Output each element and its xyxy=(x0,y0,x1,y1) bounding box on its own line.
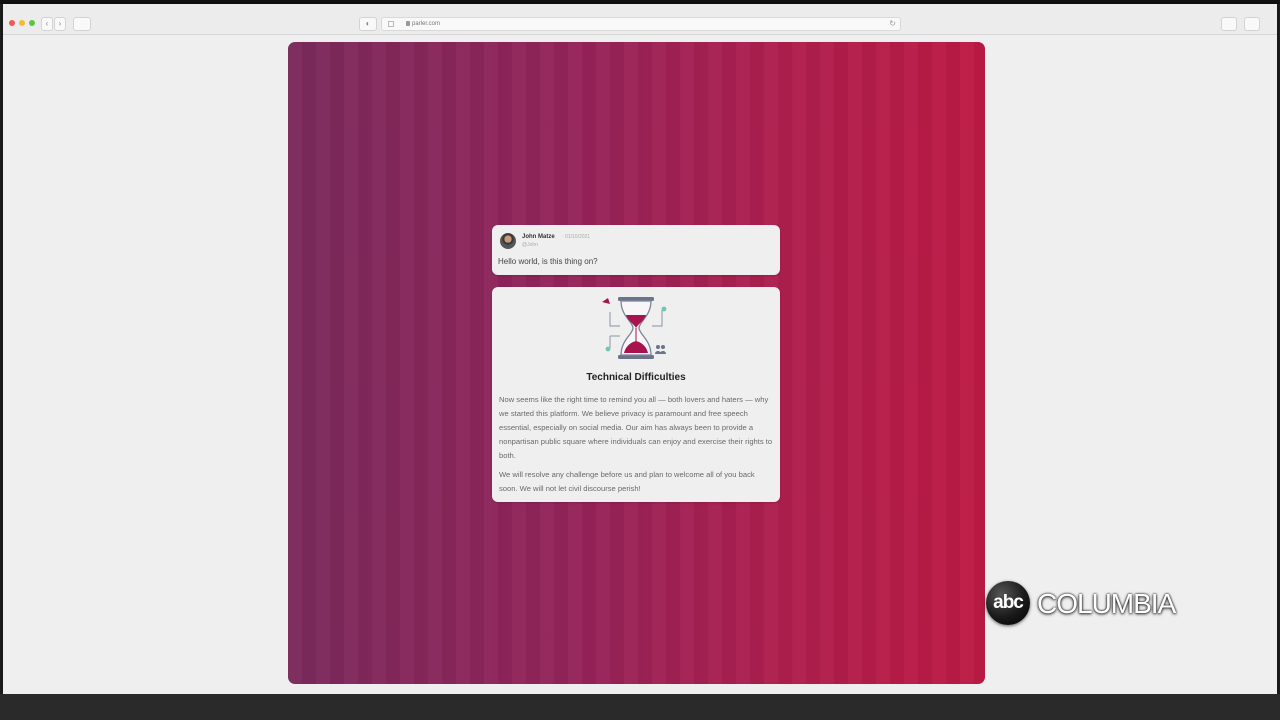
notice-card: Technical Difficulties Now seems like th… xyxy=(492,287,780,502)
notice-paragraph: We will resolve any challenge before us … xyxy=(499,470,755,493)
forward-button[interactable]: › xyxy=(54,17,66,31)
reader-view-icon[interactable] xyxy=(388,21,394,27)
notice-title: Technical Difficulties xyxy=(586,372,686,383)
address-bar[interactable]: parler.com ↻ xyxy=(381,17,901,31)
post-handle: @John xyxy=(522,242,538,248)
person-body xyxy=(660,351,666,354)
tabs-overview-button[interactable] xyxy=(1244,17,1260,31)
person-head xyxy=(656,345,660,349)
abc-logo: abc xyxy=(986,581,1030,625)
minimize-window-button[interactable] xyxy=(19,20,25,26)
post-text: Hello world, is this thing on? xyxy=(498,257,598,266)
notice-paragraph: Now seems like the right time to remind … xyxy=(499,395,773,460)
person-head xyxy=(661,345,665,349)
url-text: parler.com xyxy=(412,21,441,27)
pin-marker xyxy=(602,298,610,304)
sidebar-toggle-button[interactable] xyxy=(73,17,91,31)
reload-icon[interactable]: ↻ xyxy=(889,18,896,30)
node-dot xyxy=(605,346,611,352)
post-date: · 01/10/2021 xyxy=(562,234,591,240)
browser-toolbar: ‹ › ◐ parler.com ↻ xyxy=(3,4,1277,35)
avatar[interactable] xyxy=(500,233,516,249)
privacy-shield-button[interactable]: ◐ xyxy=(359,17,377,31)
post-card: John Matze · 01/10/2021 @John Hello worl… xyxy=(492,225,780,275)
notice-body: Now seems like the right time to remind … xyxy=(499,393,775,501)
node-dot xyxy=(661,306,667,312)
close-window-button[interactable] xyxy=(9,20,15,26)
share-button[interactable] xyxy=(1221,17,1237,31)
lock-icon xyxy=(406,21,410,26)
post-author[interactable]: John Matze xyxy=(522,234,555,240)
station-watermark: COLUMBIA xyxy=(1037,588,1176,619)
zoom-window-button[interactable] xyxy=(29,20,35,26)
bottom-edge xyxy=(0,694,1280,720)
hourglass-icon xyxy=(602,297,667,359)
back-button[interactable]: ‹ xyxy=(41,17,53,31)
parler-page: John Matze · 01/10/2021 @John Hello worl… xyxy=(288,42,985,684)
